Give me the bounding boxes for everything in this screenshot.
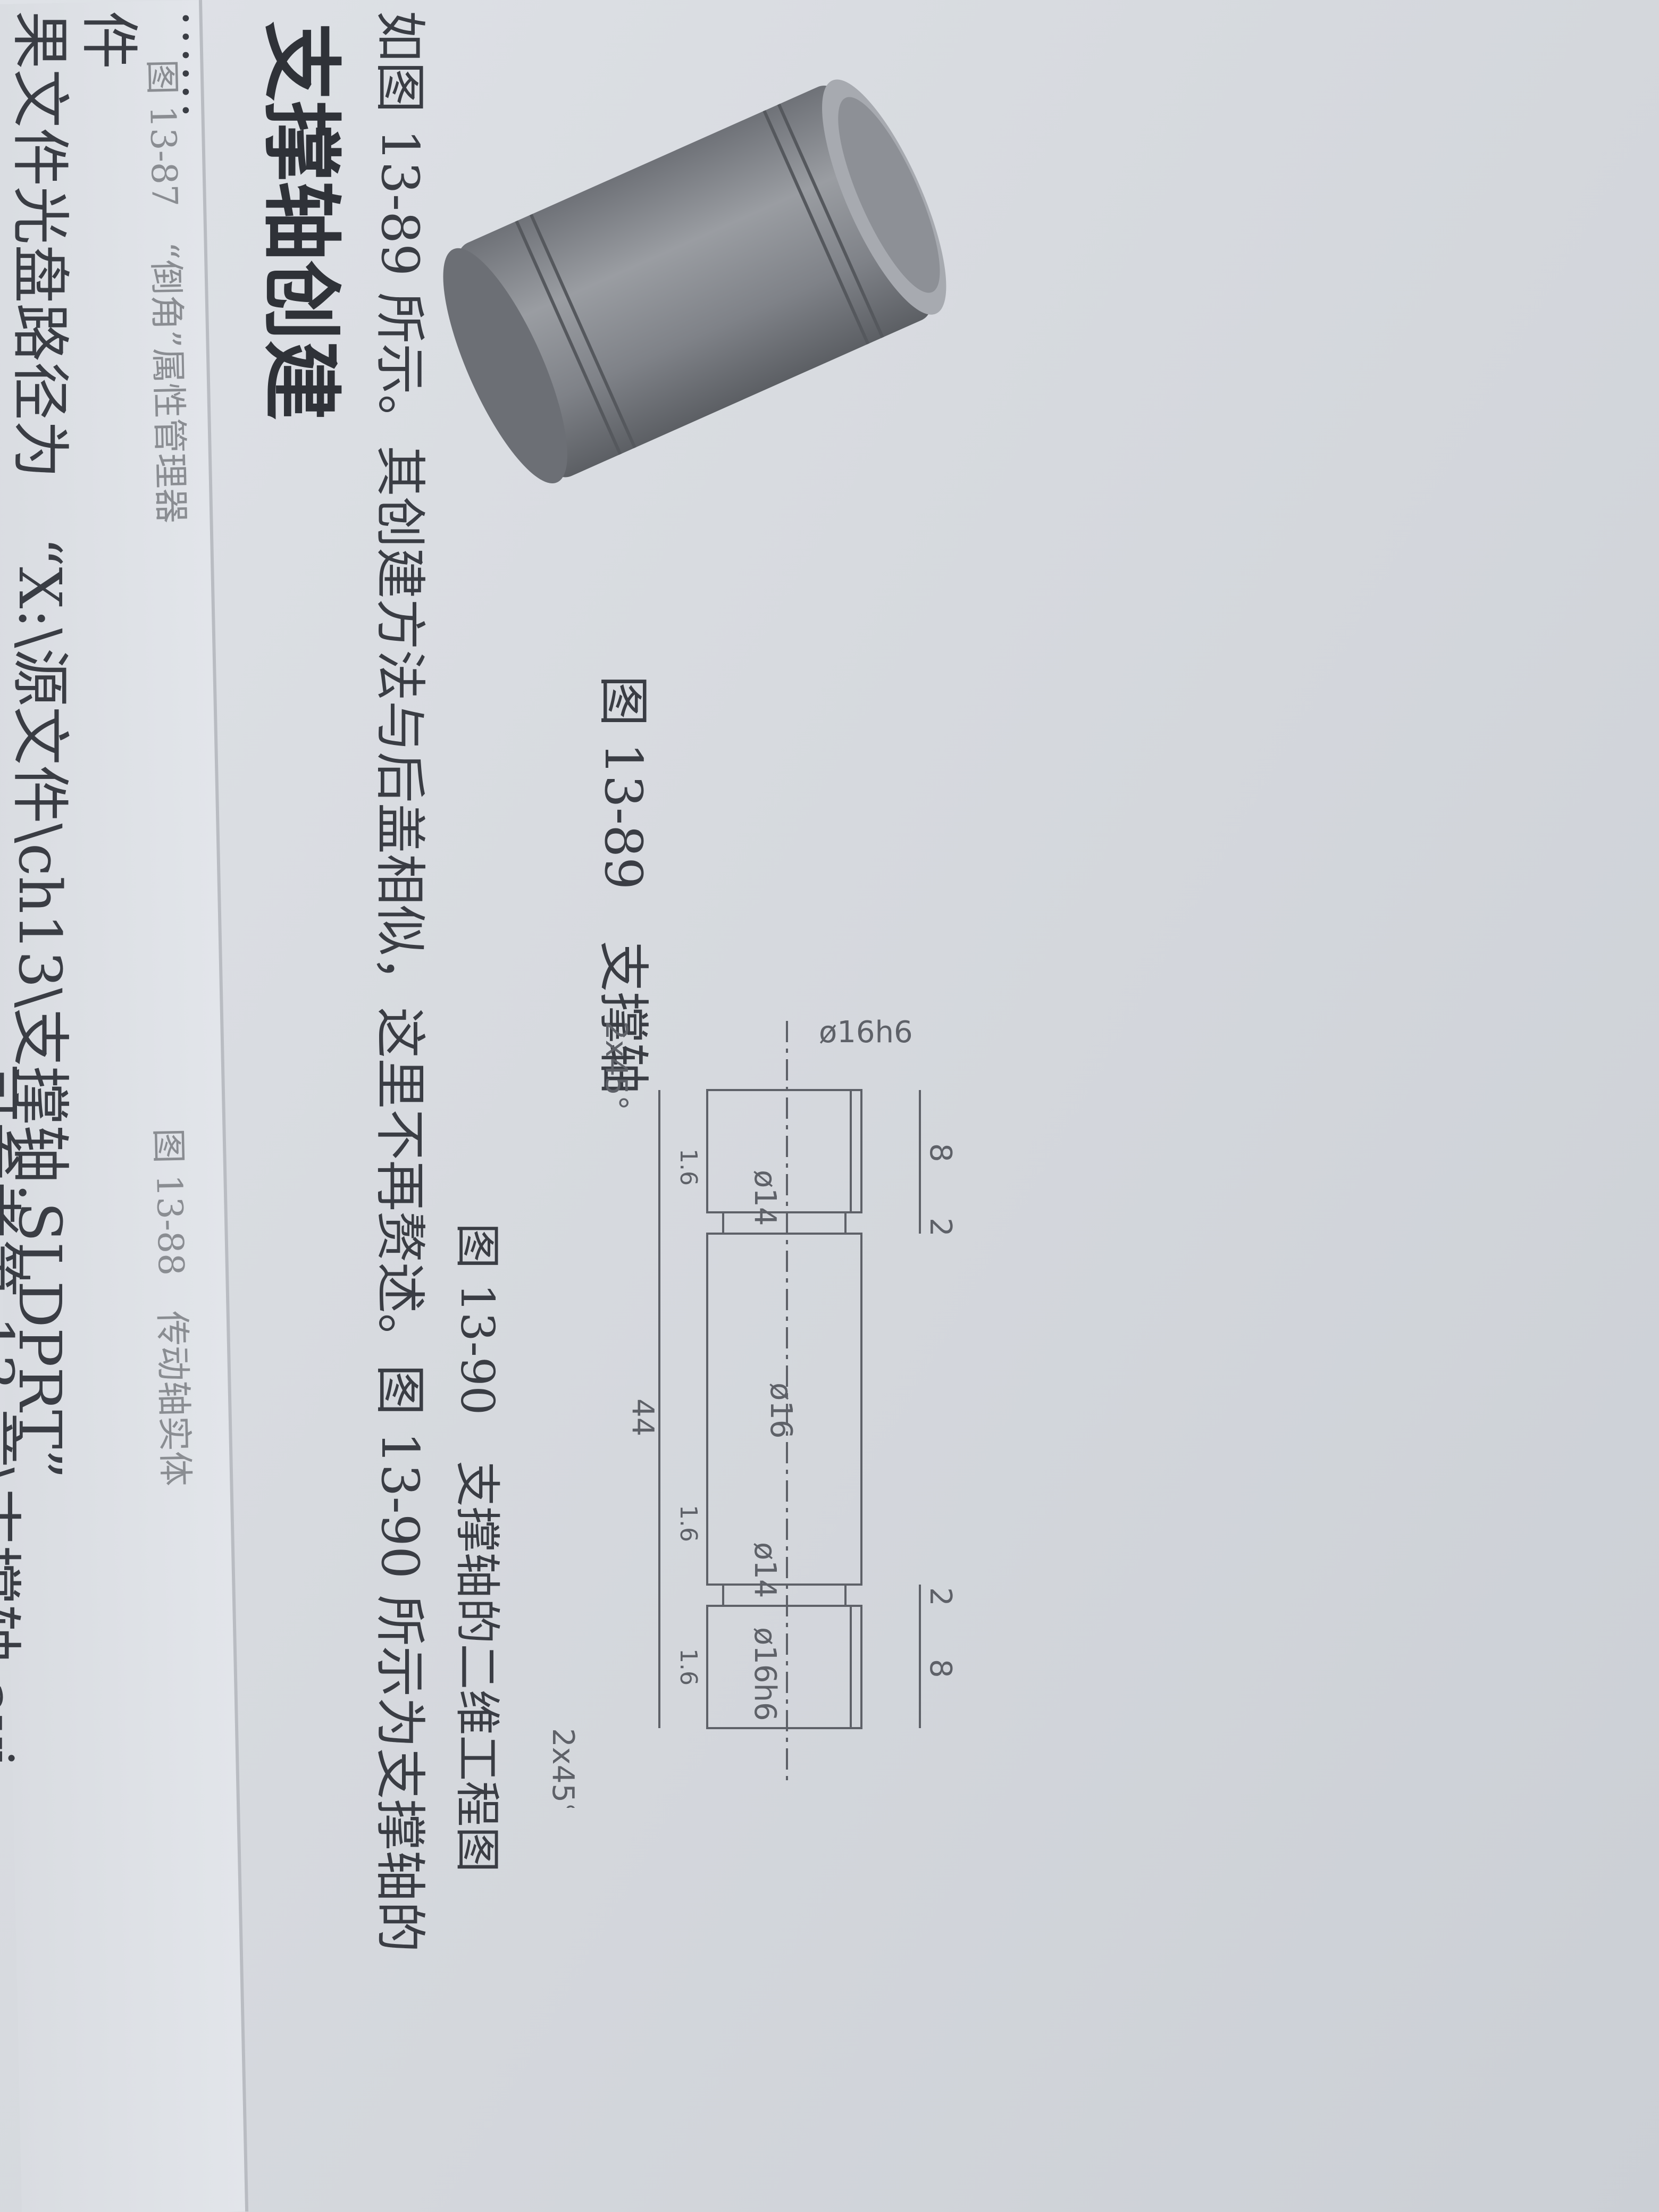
lower-text-fragment-2: ...... (172, 11, 228, 121)
dim-d16: ø16 (764, 1382, 798, 1439)
fig-88-caption: 图 13-88 传动轴实体 (147, 1128, 196, 1487)
shaft-2d-drawing: ø16h6 ø14 ø16 ø14 ø16h6 8 2 2 8 44 2x45°… (546, 1015, 958, 1808)
fig-90-caption: 图 13-90 支撑轴的二维工程图 (450, 1223, 504, 1873)
chamfer-label-left: 2x45° (599, 1021, 633, 1110)
dim-d14-right: ø14 (748, 1542, 782, 1598)
book-photo: 图 13-87 “倒角”属性管理器 图 13-88 传动轴实体 支撑轴创建 如图… (0, 0, 1659, 2212)
roughness-1: 1.6 (675, 1149, 702, 1186)
dim-len-2-left: 2 (923, 1218, 958, 1237)
dim-d14-left: ø14 (748, 1170, 782, 1226)
video-path-line: 可参考第 13 章\支撑轴.avi 。 (0, 1063, 26, 1845)
roughness-3: 1.6 (675, 1648, 702, 1686)
section-title: 支撑轴创建 (254, 21, 347, 421)
dim-len-8-right: 8 (923, 1659, 958, 1678)
roughness-2: 1.6 (675, 1505, 702, 1542)
dim-d16h6-right: ø16h6 (748, 1627, 782, 1721)
fig-87-caption: 图 13-87 “倒角”属性管理器 (141, 58, 192, 524)
dim-d16h6-left: ø16h6 (819, 1015, 913, 1050)
dim-overall-44: 44 (625, 1398, 660, 1436)
lower-text-fragment-1: 件 (75, 11, 143, 69)
chamfer-label-right: 2x45° (546, 1728, 580, 1808)
support-shaft-3d-image (443, 79, 946, 483)
book-page: 图 13-87 “倒角”属性管理器 图 13-88 传动轴实体 支撑轴创建 如图… (0, 0, 1659, 2212)
section-paragraph: 如图 13-89 所示。其创建方法与后盖相似，这里不再赘述。图 13-90 所示… (370, 11, 430, 1953)
dim-len-2-right: 2 (923, 1587, 958, 1606)
dim-len-8-left: 8 (923, 1143, 958, 1162)
